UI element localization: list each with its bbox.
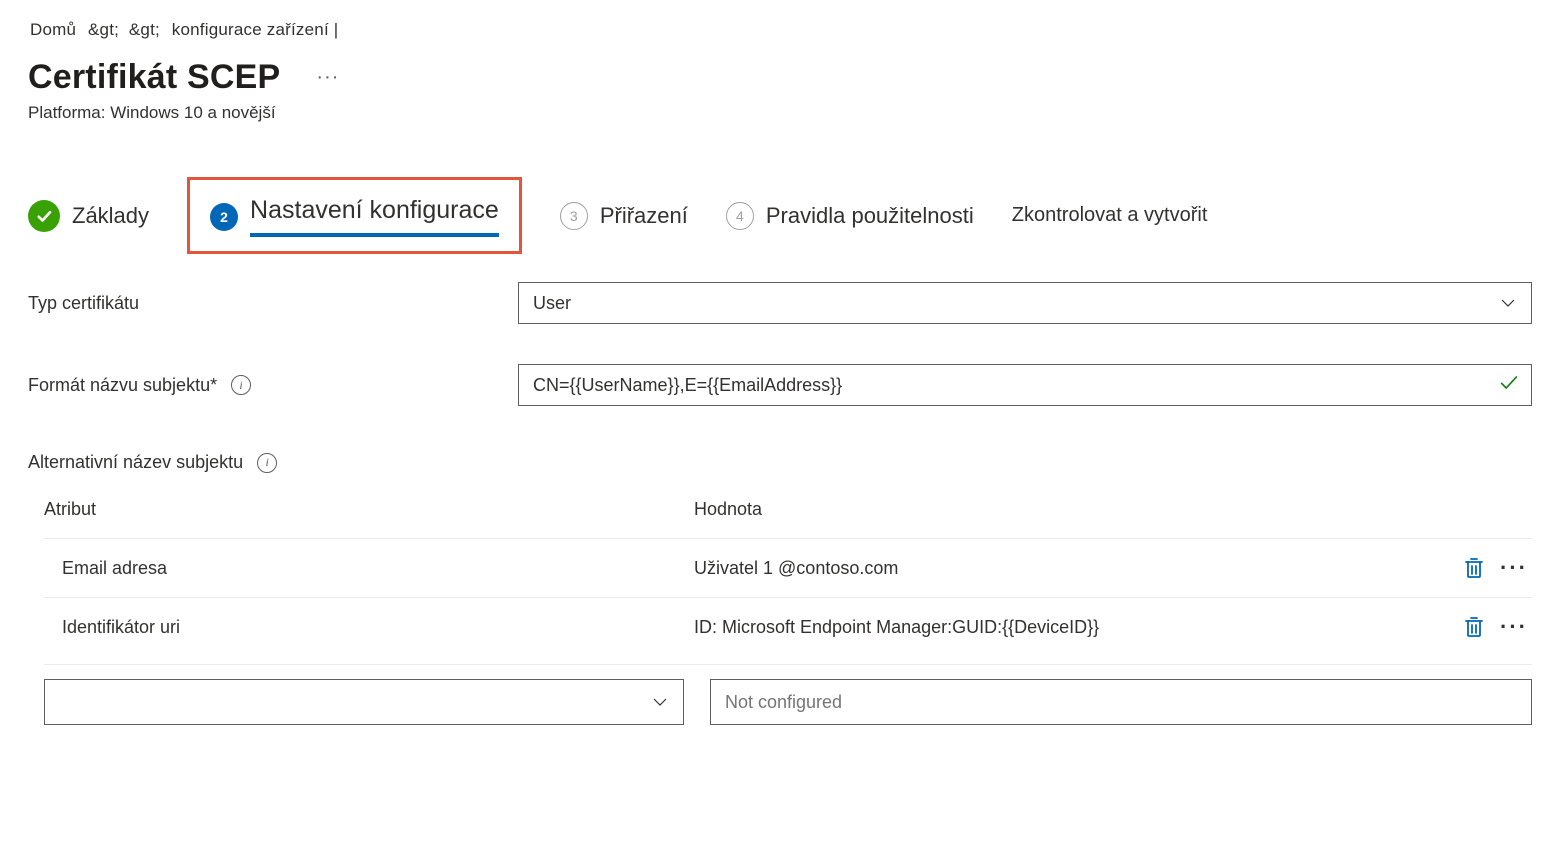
- wizard-step-label: Nastavení konfigurace: [250, 196, 499, 237]
- row-more-icon[interactable]: ···: [1500, 614, 1528, 640]
- info-icon[interactable]: i: [257, 453, 277, 473]
- step-number-icon: 4: [726, 202, 754, 230]
- san-new-attr-select[interactable]: [44, 679, 684, 725]
- san-section-header: Alternativní název subjektu i: [28, 452, 1532, 473]
- platform-subtitle: Platforma: Windows 10 a novější: [28, 103, 1532, 123]
- valid-check-icon: [1498, 372, 1520, 399]
- san-row-val: ID: Microsoft Endpoint Manager:GUID:{{De…: [694, 617, 1462, 638]
- san-new-val-input[interactable]: [725, 680, 1487, 724]
- chevron-down-icon: [1499, 294, 1517, 312]
- wizard-step-assignments[interactable]: 3 Přiřazení: [560, 202, 688, 230]
- wizard-step-review[interactable]: Zkontrolovat a vytvořit: [1012, 204, 1208, 227]
- wizard-step-label: Pravidla použitelnosti: [766, 203, 974, 229]
- chevron-down-icon: [651, 693, 669, 711]
- wizard-step-config[interactable]: 2 Nastavení konfigurace: [187, 177, 522, 254]
- page-title: Certifikát SCEP: [28, 58, 280, 97]
- san-row-attr: Identifikátor uri: [44, 617, 694, 638]
- trash-icon[interactable]: [1462, 556, 1486, 580]
- subject-name-input[interactable]: [533, 365, 1487, 405]
- san-row: Identifikátor uri ID: Microsoft Endpoint…: [44, 597, 1532, 656]
- wizard-steps: Základy 2 Nastavení konfigurace 3 Přiřaz…: [28, 177, 1532, 254]
- step-number-icon: 2: [210, 203, 238, 231]
- subject-name-input-wrapper: [518, 364, 1532, 406]
- wizard-step-applicability[interactable]: 4 Pravidla použitelnosti: [726, 202, 974, 230]
- cert-type-select[interactable]: User: [518, 282, 1532, 324]
- breadcrumb-tail[interactable]: konfigurace zařízení |: [172, 20, 339, 39]
- san-row: Email adresa Uživatel 1 @contoso.com ···: [44, 538, 1532, 597]
- trash-icon[interactable]: [1462, 615, 1486, 639]
- san-new-val-input-wrapper: [710, 679, 1532, 725]
- row-more-icon[interactable]: ···: [1500, 555, 1528, 581]
- san-col-attribute: Atribut: [44, 499, 694, 520]
- step-number-icon: 3: [560, 202, 588, 230]
- san-col-value: Hodnota: [694, 499, 762, 520]
- wizard-step-label: Zkontrolovat a vytvořit: [1012, 204, 1208, 227]
- wizard-step-label: Přiřazení: [600, 203, 688, 229]
- cert-type-value: User: [533, 293, 571, 314]
- wizard-step-label: Základy: [72, 203, 149, 229]
- san-row-val: Uživatel 1 @contoso.com: [694, 558, 1462, 579]
- check-circle-icon: [28, 200, 60, 232]
- san-table: Atribut Hodnota Email adresa Uživatel 1 …: [28, 493, 1532, 725]
- breadcrumb: Domů &gt; &gt; konfigurace zařízení |: [28, 20, 1532, 40]
- san-row-attr: Email adresa: [44, 558, 694, 579]
- more-actions-icon[interactable]: ···: [310, 60, 345, 95]
- wizard-step-basics[interactable]: Základy: [28, 200, 149, 232]
- info-icon[interactable]: i: [231, 375, 251, 395]
- cert-type-label: Typ certifikátu: [28, 293, 518, 314]
- breadcrumb-home[interactable]: Domů: [30, 20, 76, 39]
- subject-name-label: Formát názvu subjektu* i: [28, 375, 518, 396]
